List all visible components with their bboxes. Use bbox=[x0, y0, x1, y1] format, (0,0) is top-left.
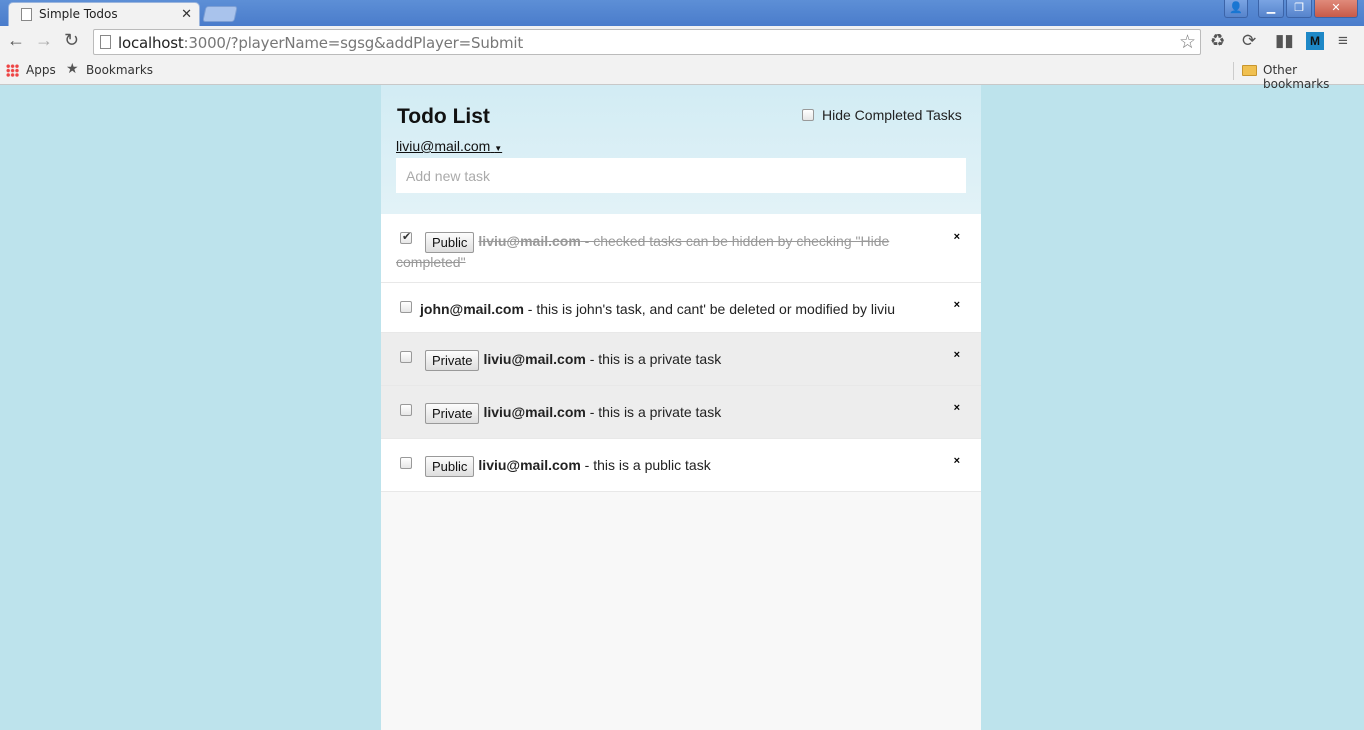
browser-titlebar: Simple Todos ✕ 👤 ▁ ❐ ✕ bbox=[0, 0, 1364, 26]
task-item: Publicliviu@mail.com - checked tasks can… bbox=[381, 214, 981, 283]
close-tab-icon[interactable]: ✕ bbox=[181, 6, 192, 22]
task-owner: liviu@mail.com bbox=[478, 233, 581, 250]
task-owner: john@mail.com bbox=[420, 301, 524, 317]
task-text: Public liviu@mail.com - checked tasks can… bbox=[396, 232, 896, 272]
hide-completed-label: Hide Completed Tasks bbox=[822, 107, 962, 123]
task-item: Private liviu@mail.com - this is a privat… bbox=[381, 386, 981, 439]
task-checkbox[interactable] bbox=[400, 404, 412, 416]
apps-grid-icon[interactable] bbox=[6, 64, 19, 77]
user-email: liviu@mail.com bbox=[396, 138, 491, 154]
browser-tab[interactable]: Simple Todos ✕ bbox=[8, 2, 200, 26]
close-window-button[interactable]: ✕ bbox=[1314, 0, 1358, 18]
visibility-toggle-button[interactable]: Private bbox=[425, 403, 480, 424]
extension-m-icon[interactable]: M bbox=[1306, 32, 1324, 50]
url-text[interactable]: localhost:3000/?playerName=sgsg&addPlaye… bbox=[118, 34, 523, 52]
task-text: Private liviu@mail.com - this is a privat… bbox=[425, 350, 925, 371]
tab-title: Simple Todos bbox=[39, 7, 118, 21]
visibility-toggle-button[interactable]: Public bbox=[425, 232, 475, 253]
task-checkbox[interactable] bbox=[400, 301, 412, 313]
task-description: - this is a public task bbox=[580, 457, 711, 474]
visibility-toggle-button[interactable]: Private bbox=[425, 350, 480, 371]
task-description: - this is john's task, and cant' be dele… bbox=[523, 301, 895, 317]
hide-completed-toggle[interactable]: Hide Completed Tasks bbox=[802, 107, 962, 123]
bookmark-bookmarks[interactable]: Bookmarks bbox=[86, 63, 153, 77]
task-item: Private liviu@mail.com - this is a privat… bbox=[381, 333, 981, 386]
url-host: localhost bbox=[118, 34, 184, 52]
caret-down-icon: ▼ bbox=[494, 144, 503, 153]
task-checkbox[interactable] bbox=[400, 351, 412, 363]
task-text: Private liviu@mail.com - this is a privat… bbox=[425, 403, 925, 424]
task-item: Public liviu@mail.com - this is a public … bbox=[381, 439, 981, 492]
bookmarks-bar: Apps ★ Bookmarks Other bookmarks bbox=[0, 58, 1364, 91]
task-item: john@mail.com - this is john's task, and… bbox=[381, 283, 981, 333]
menu-icon[interactable]: ≡ bbox=[1338, 31, 1348, 51]
user-icon[interactable]: 👤 bbox=[1224, 0, 1248, 18]
other-bookmarks[interactable]: Other bookmarks bbox=[1263, 63, 1364, 91]
divider bbox=[1233, 62, 1234, 80]
task-description: - this is a private task bbox=[585, 351, 722, 368]
forward-icon[interactable]: → bbox=[35, 30, 53, 51]
delete-icon[interactable]: × bbox=[954, 231, 960, 243]
visibility-toggle-button[interactable]: Public bbox=[425, 456, 475, 477]
todo-app: Todo List Hide Completed Tasks liviu@mai… bbox=[381, 85, 981, 730]
page-title: Todo List bbox=[397, 105, 490, 128]
minimize-button[interactable]: ▁ bbox=[1258, 0, 1284, 18]
recycle-icon[interactable]: ♻ bbox=[1210, 31, 1225, 51]
page-icon bbox=[21, 8, 32, 21]
window-controls: 👤 ▁ ❐ ✕ bbox=[1224, 0, 1358, 18]
task-text: Public liviu@mail.com - this is a public … bbox=[425, 456, 925, 477]
app-header: Todo List Hide Completed Tasks liviu@mai… bbox=[381, 85, 981, 214]
delete-icon[interactable]: × bbox=[954, 455, 960, 467]
task-owner: liviu@mail.com bbox=[478, 457, 581, 474]
url-path: :3000/?playerName=sgsg&addPlayer=Submit bbox=[183, 34, 524, 52]
delete-icon[interactable]: × bbox=[954, 349, 960, 361]
user-menu[interactable]: liviu@mail.com ▼ bbox=[396, 138, 502, 154]
reader-icon[interactable]: ▮▮ bbox=[1275, 31, 1294, 51]
browser-toolbar: ← → ↻ localhost:3000/?playerName=sgsg&ad… bbox=[0, 26, 1364, 58]
back-icon[interactable]: ← bbox=[7, 30, 25, 51]
task-checkbox[interactable] bbox=[400, 457, 412, 469]
delete-icon[interactable]: × bbox=[954, 299, 960, 311]
new-tab-button[interactable] bbox=[202, 6, 238, 22]
delete-icon[interactable]: × bbox=[954, 402, 960, 414]
new-task-input[interactable] bbox=[396, 158, 966, 193]
task-owner: liviu@mail.com bbox=[483, 404, 586, 421]
bookmark-star-icon[interactable]: ☆ bbox=[1179, 31, 1196, 54]
star-icon: ★ bbox=[66, 61, 79, 77]
hide-completed-checkbox[interactable] bbox=[802, 109, 814, 121]
task-description: - this is a private task bbox=[585, 404, 722, 421]
task-list: Publicliviu@mail.com - checked tasks can… bbox=[381, 214, 981, 492]
task-owner: liviu@mail.com bbox=[483, 351, 586, 368]
task-text: john@mail.com - this is john's task, and… bbox=[420, 300, 920, 319]
address-bar[interactable]: localhost:3000/?playerName=sgsg&addPlaye… bbox=[93, 29, 1201, 55]
restore-button[interactable]: ❐ bbox=[1286, 0, 1312, 18]
sync-icon[interactable]: ⟳ bbox=[1242, 31, 1256, 51]
folder-icon bbox=[1242, 65, 1257, 76]
bookmark-apps[interactable]: Apps bbox=[26, 63, 56, 77]
page-icon bbox=[100, 35, 111, 49]
reload-icon[interactable]: ↻ bbox=[64, 30, 79, 51]
